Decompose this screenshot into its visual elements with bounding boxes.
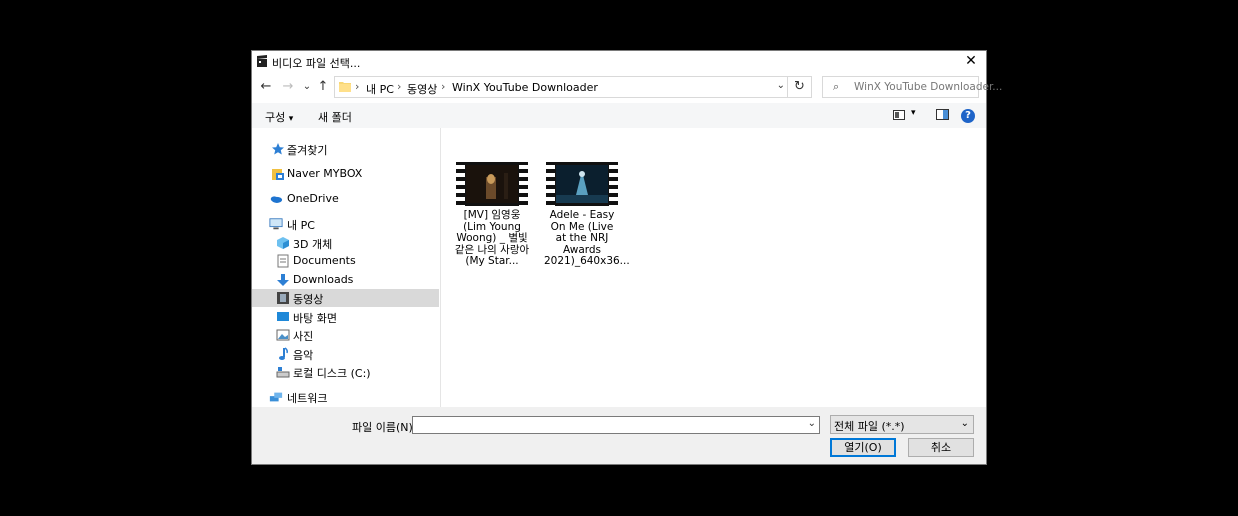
- sidebar-item-my-pc[interactable]: 내 PC: [252, 215, 439, 233]
- command-bar: 구성 ▾ 새 폴더 ▾ ?: [252, 103, 986, 128]
- breadcrumb-videos[interactable]: 동영상: [407, 81, 437, 97]
- back-button[interactable]: ←: [258, 78, 274, 96]
- sidebar-item-label: 3D 개체: [293, 238, 333, 251]
- sidebar-item-desktop[interactable]: 바탕 화면: [252, 308, 439, 326]
- address-row: ← → ⌄ ↑ › 내 PC › 동영상 › WinX YouTube Down…: [252, 75, 1002, 99]
- preview-pane-icon[interactable]: [936, 109, 949, 120]
- sidebar-item-label: 음악: [293, 349, 314, 362]
- sidebar-item-label: Naver MYBOX: [287, 167, 363, 180]
- search-input[interactable]: ⌕ WinX YouTube Downloader...: [822, 76, 1002, 98]
- sidebar-item-documents[interactable]: Documents: [252, 252, 439, 270]
- music-note-icon: [279, 347, 288, 360]
- video-thumbnail: [456, 162, 528, 206]
- cloud-drive-icon: [272, 169, 284, 180]
- breadcrumb-winx-folder[interactable]: WinX YouTube Downloader: [452, 81, 598, 94]
- pictures-icon: [276, 329, 290, 341]
- forward-button[interactable]: →: [280, 78, 296, 96]
- close-button[interactable]: ✕: [956, 51, 986, 71]
- refresh-button[interactable]: ↻: [788, 76, 812, 98]
- sidebar-item-label: 즐겨찾기: [287, 144, 328, 157]
- network-icon: [269, 392, 283, 402]
- sidebar-item-3d-objects[interactable]: 3D 개체: [252, 234, 439, 252]
- cube-3d-icon: [277, 237, 289, 249]
- sidebar-item-downloads[interactable]: Downloads: [252, 271, 439, 289]
- onedrive-cloud-icon: [270, 196, 283, 203]
- file-open-dialog: 비디오 파일 선택... ✕ ← → ⌄ ↑ › 내 PC › 동영상 › Wi…: [251, 50, 1002, 465]
- open-button[interactable]: 열기(O): [830, 438, 896, 457]
- filename-label: 파일 이름(N):: [352, 421, 417, 434]
- sidebar-item-local-disk[interactable]: 로컬 디스크 (C:): [252, 363, 439, 381]
- sidebar-item-pictures[interactable]: 사진: [252, 326, 439, 344]
- address-dropdown-icon[interactable]: ⌄: [777, 80, 785, 91]
- disk-drive-icon: [276, 367, 290, 378]
- file-type-select[interactable]: 전체 파일 (*.*) ⌄: [830, 415, 974, 434]
- sidebar-item-label: 사진: [293, 330, 314, 343]
- breadcrumb-separator: ›: [441, 80, 446, 93]
- video-thumbnail: [546, 162, 618, 206]
- filename-input[interactable]: ⌄: [412, 416, 820, 434]
- video-frame-image: [466, 165, 518, 203]
- footer-panel: 파일 이름(N): ⌄ 전체 파일 (*.*) ⌄ 열기(O) 취소: [252, 407, 986, 464]
- navigation-pane: 즐겨찾기 Naver MYBOX OneDrive 내 PC 3D 개체 Doc…: [252, 128, 441, 407]
- up-button[interactable]: ↑: [315, 78, 331, 96]
- video-folder-icon: [277, 292, 289, 304]
- sidebar-item-favorites[interactable]: 즐겨찾기: [252, 140, 439, 158]
- window-title: 비디오 파일 선택...: [272, 57, 361, 70]
- cancel-button[interactable]: 취소: [908, 438, 974, 457]
- file-name-label: [MV] 임영웅(Lim Young Woong) _ 별빛 같은 나의 사랑아…: [454, 209, 530, 267]
- sidebar-item-label: Downloads: [293, 273, 354, 286]
- sidebar-item-label: 네트워크: [287, 392, 328, 405]
- sidebar-item-label: Documents: [293, 254, 356, 267]
- sidebar-item-label: 동영상: [293, 293, 324, 306]
- breadcrumb-separator: ›: [397, 80, 402, 93]
- search-placeholder: WinX YouTube Downloader...: [854, 81, 1003, 93]
- star-icon: [272, 143, 284, 155]
- sidebar-item-naver-mybox[interactable]: Naver MYBOX: [252, 165, 439, 183]
- sidebar-item-videos[interactable]: 동영상: [252, 289, 439, 307]
- video-frame-image: [556, 165, 608, 203]
- sidebar-item-label: 바탕 화면: [293, 312, 337, 325]
- recent-locations-button[interactable]: ⌄: [299, 78, 315, 96]
- sidebar-item-label: 로컬 디스크 (C:): [293, 367, 371, 380]
- sidebar-item-network[interactable]: 네트워크: [252, 388, 439, 406]
- download-arrow-icon: [277, 274, 289, 286]
- search-icon: ⌕: [833, 80, 840, 93]
- breadcrumb-separator: ›: [355, 80, 360, 93]
- new-folder-button[interactable]: 새 폴더: [318, 109, 352, 125]
- change-view-icon[interactable]: [893, 110, 905, 120]
- chevron-down-icon[interactable]: ⌄: [808, 418, 816, 429]
- document-icon: [277, 254, 289, 268]
- view-options-dropdown-icon[interactable]: ▾: [911, 108, 916, 118]
- file-name-label: Adele - Easy On Me (Live at the NRJ Awar…: [544, 209, 630, 267]
- sidebar-item-music[interactable]: 음악: [252, 345, 439, 363]
- organize-button[interactable]: 구성 ▾: [265, 109, 293, 125]
- folder-icon: [339, 82, 351, 92]
- desktop-icon: [277, 312, 289, 321]
- address-bar[interactable]: › 내 PC › 동영상 › WinX YouTube Downloader ⌄: [334, 76, 788, 98]
- sidebar-item-label: 내 PC: [287, 219, 315, 232]
- breadcrumb-my-pc[interactable]: 내 PC: [366, 81, 394, 97]
- computer-icon: [269, 218, 283, 230]
- chevron-down-icon: ▾: [288, 114, 294, 124]
- sidebar-item-label: OneDrive: [287, 192, 339, 205]
- help-icon[interactable]: ?: [961, 109, 975, 123]
- chevron-down-icon: ⌄: [960, 418, 969, 429]
- title-bar: 비디오 파일 선택... ✕: [252, 51, 986, 73]
- app-clapperboard-icon: [257, 55, 267, 67]
- file-type-value: 전체 파일 (*.*): [834, 420, 905, 433]
- organize-label: 구성: [265, 111, 286, 124]
- file-list-pane: [MV] 임영웅(Lim Young Woong) _ 별빛 같은 나의 사랑아…: [441, 128, 986, 407]
- sidebar-item-onedrive[interactable]: OneDrive: [252, 190, 439, 208]
